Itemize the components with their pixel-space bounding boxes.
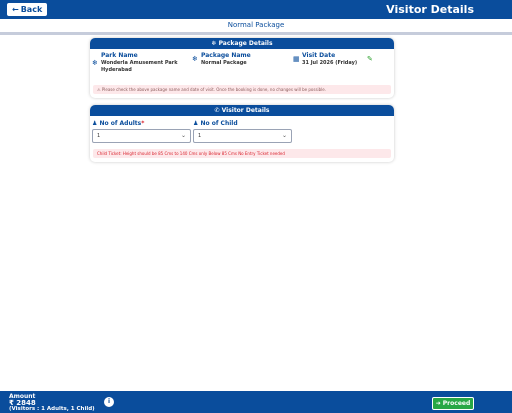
package-details-card: ❄ Package Details ❄ Park Name Wonderla A… [90,38,394,98]
package-notice: ⚠ Please check the above package name an… [93,85,391,94]
visit-date-label: Visit Date [302,52,336,59]
users-icon: ♟ [92,120,98,127]
park-name-value: Wonderla Amusement Park Hyderabad [101,60,178,73]
visitors-summary: (Visitors : 1 Adults, 1 Child) [9,406,95,412]
package-name-value: Normal Package [201,60,247,66]
divider [0,32,512,35]
adults-select[interactable]: 1 ⌄ [92,129,191,143]
calendar-icon: ▦ [293,55,300,63]
info-button[interactable]: i [104,397,114,407]
proceed-button-label: Proceed [442,400,471,407]
package-name-block: ❄ Package Name Normal Package [192,52,290,74]
chevron-down-icon: ⌄ [180,132,186,139]
park-name-label: Park Name [101,52,138,59]
bottom-bar: Amount ₹ 2848 (Visitors : 1 Adults, 1 Ch… [0,391,512,413]
package-details-heading: ❄ Package Details [90,38,394,49]
back-button[interactable]: ← Back [7,3,48,16]
snowflake-icon: ❄ [92,59,98,67]
snowflake-icon: ❄ [192,55,198,63]
child-select[interactable]: 1 ⌄ [193,129,292,143]
visit-date-value: 31 Jul 2026 (Friday) [302,60,358,66]
child-field: ♟ No of Child 1 ⌄ [193,119,292,143]
visit-date-block: ▦ Visit Date 31 Jul 2026 (Friday) ✎ [293,52,393,74]
chevron-down-icon: ⌄ [281,132,287,139]
adults-label: ♟ No of Adults* [92,120,145,127]
edit-icon[interactable]: ✎ [367,55,373,63]
adults-field: ♟ No of Adults* 1 ⌄ [92,119,191,143]
back-button-label: Back [20,5,43,14]
proceed-button[interactable]: ➜ Proceed [432,397,474,410]
package-subtitle: Normal Package [227,21,285,29]
park-name-block: ❄ Park Name Wonderla Amusement Park Hyde… [92,52,190,74]
users-icon: ♟ [193,120,199,127]
top-bar: ← Back Visitor Details [0,0,512,19]
snowflake-icon: ❄ [211,40,217,47]
child-label: ♟ No of Child [193,120,238,127]
arrow-left-icon: ← [12,5,19,14]
child-ticket-notice: Child Ticket: Height should be 85 Cms to… [93,149,391,158]
arrow-right-icon: ➜ [435,400,441,407]
page-title: Visitor Details [386,3,474,16]
visitor-details-card: ✆ Visitor Details ♟ No of Adults* 1 ⌄ ♟ … [90,105,394,162]
visitor-details-heading: ✆ Visitor Details [90,105,394,116]
package-info-row: ❄ Park Name Wonderla Amusement Park Hyde… [90,52,394,74]
warning-icon: ⚠ [97,87,101,92]
package-name-label: Package Name [201,52,251,59]
phone-icon: ✆ [214,107,220,114]
